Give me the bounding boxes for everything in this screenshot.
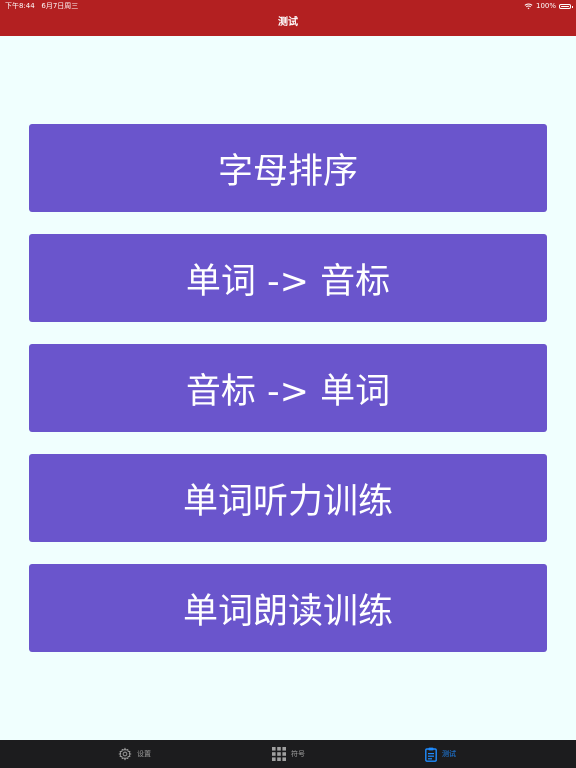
- phonetic-to-word-button[interactable]: 音标 -> 单词: [29, 344, 547, 432]
- battery-icon: [559, 3, 573, 9]
- wifi-icon: [524, 3, 533, 10]
- tab-test[interactable]: 测试: [425, 740, 456, 768]
- battery-percent: 100%: [535, 2, 556, 10]
- tab-test-label: 测试: [442, 750, 456, 758]
- tab-settings-label: 设置: [137, 750, 151, 758]
- word-to-phonetic-button[interactable]: 单词 -> 音标: [29, 234, 547, 322]
- page-title: 测试: [278, 17, 298, 28]
- tab-symbols-label: 符号: [291, 750, 305, 758]
- tab-bar: 设置 符号 测试: [0, 740, 576, 768]
- grid-icon: [272, 747, 286, 761]
- status-indicators: 100%: [524, 1, 573, 11]
- gear-icon: [118, 747, 132, 761]
- tab-settings[interactable]: 设置: [118, 740, 151, 768]
- clipboard-icon: [425, 747, 437, 762]
- word-listening-button[interactable]: 单词听力训练: [29, 454, 547, 542]
- tab-symbols[interactable]: 符号: [272, 740, 305, 768]
- alphabet-order-button[interactable]: 字母排序: [29, 124, 547, 212]
- navigation-header: 下午8:44 6月7日周三 100% 测试: [0, 0, 576, 36]
- status-time-date: 下午8:44 6月7日周三: [5, 2, 79, 10]
- word-reading-button[interactable]: 单词朗读训练: [29, 564, 547, 652]
